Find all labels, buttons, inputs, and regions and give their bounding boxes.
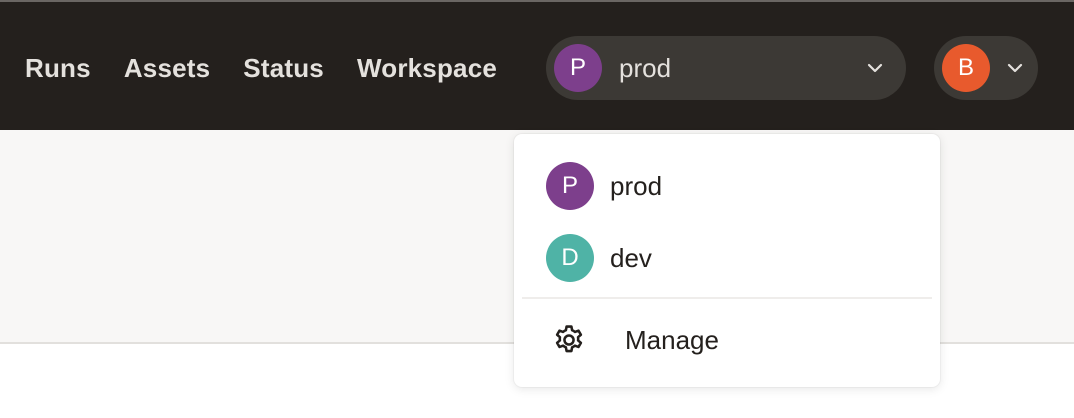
deployment-name: prod [619,52,672,83]
nav-link-status[interactable]: Status [243,52,324,84]
top-navigation-bar: Runs Assets Status Workspace P prod B [0,0,1074,130]
user-avatar: B [942,44,990,92]
prod-avatar: P [546,162,594,210]
deployment-avatar: P [554,44,602,92]
manage-deployments-item[interactable]: Manage [552,320,719,360]
dropdown-item-dev[interactable]: D dev [546,234,652,282]
primary-nav: Runs Assets Status Workspace [25,52,497,84]
menu-divider [522,297,932,299]
deployment-avatar-initial: P [569,54,586,81]
nav-link-assets[interactable]: Assets [124,52,210,84]
nav-link-workspace[interactable]: Workspace [357,52,497,84]
deployment-dropdown-menu: P prod D dev Manage [514,134,940,387]
dropdown-item-prod[interactable]: P prod [546,162,662,210]
dev-avatar: D [546,234,594,282]
dropdown-item-label: prod [610,170,663,201]
dropdown-item-label: dev [610,242,652,273]
prod-avatar-initial: P [561,172,578,199]
chevron-down-icon [867,63,883,73]
user-menu-button[interactable]: B [934,36,1038,100]
nav-link-runs[interactable]: Runs [25,52,91,84]
gear-icon [555,325,583,353]
user-avatar-initial: B [957,54,974,81]
chevron-down-icon [1007,63,1023,73]
deployment-selector[interactable]: P prod [546,36,906,100]
dev-avatar-initial: D [561,244,579,271]
manage-label: Manage [625,324,719,355]
